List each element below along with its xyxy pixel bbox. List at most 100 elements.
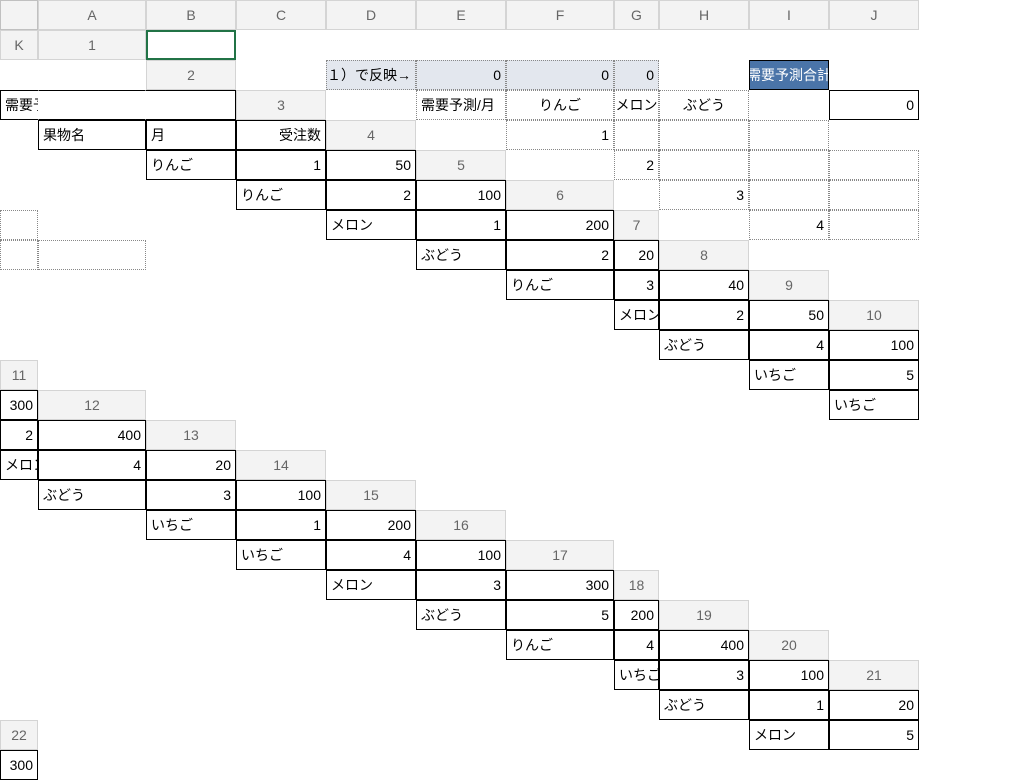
cell[interactable] [146, 540, 236, 570]
cell[interactable] [659, 390, 749, 420]
cell[interactable] [326, 270, 416, 300]
cell[interactable] [146, 390, 236, 420]
right-row-0-month[interactable]: 1 [236, 150, 326, 180]
cell[interactable] [749, 90, 829, 120]
cell[interactable] [146, 270, 236, 300]
cell[interactable] [38, 150, 146, 180]
right-row-15-month[interactable]: 4 [614, 630, 659, 660]
left-header-label[interactable]: 需要予測/月 [416, 90, 506, 120]
cell[interactable] [146, 300, 236, 330]
cell[interactable] [749, 390, 829, 420]
cell[interactable] [146, 660, 236, 690]
cell[interactable] [0, 690, 38, 720]
cell[interactable] [506, 150, 614, 180]
row-header-12[interactable]: 12 [38, 390, 146, 420]
cell[interactable] [829, 60, 919, 90]
cell[interactable] [38, 690, 146, 720]
cell[interactable] [0, 600, 38, 630]
right-title-pad2[interactable] [146, 90, 236, 120]
cell[interactable] [506, 480, 614, 510]
right-row-3-name[interactable]: ぶどう [416, 240, 506, 270]
cell[interactable] [0, 660, 38, 690]
col-header-K[interactable]: K [0, 30, 38, 60]
row-header-3[interactable]: 3 [236, 90, 326, 120]
cell[interactable] [416, 720, 506, 750]
cell[interactable] [829, 540, 919, 570]
cell[interactable] [506, 360, 614, 390]
left-rownum-3[interactable]: 4 [749, 210, 829, 240]
cell[interactable] [326, 630, 416, 660]
cell[interactable] [326, 240, 416, 270]
cell[interactable] [416, 660, 506, 690]
cell[interactable] [146, 690, 236, 720]
cell[interactable] [326, 390, 416, 420]
right-row-12-name[interactable]: いちご [236, 540, 326, 570]
cell[interactable] [416, 330, 506, 360]
right-row-1-name[interactable]: りんご [236, 180, 326, 210]
cell[interactable] [0, 300, 38, 330]
left-data-2-2[interactable] [0, 210, 38, 240]
cell[interactable] [506, 660, 614, 690]
cell[interactable] [614, 420, 659, 450]
total-value[interactable]: 0 [829, 90, 919, 120]
cell[interactable] [614, 390, 659, 420]
cell[interactable] [614, 510, 659, 540]
left-data-1-1[interactable] [749, 150, 829, 180]
cell[interactable] [236, 270, 326, 300]
cell[interactable] [506, 300, 614, 330]
right-row-2-qty[interactable]: 200 [506, 210, 614, 240]
right-row-14-month[interactable]: 5 [506, 600, 614, 630]
cell[interactable] [146, 600, 236, 630]
cell[interactable] [236, 600, 326, 630]
reflect-val-2[interactable]: 0 [614, 60, 659, 90]
cell[interactable] [416, 630, 506, 660]
cell[interactable] [659, 480, 749, 510]
left-data-0-1[interactable] [659, 120, 749, 150]
right-row-5-name[interactable]: メロン [614, 300, 659, 330]
right-row-17-month[interactable]: 1 [749, 690, 829, 720]
select-all-corner[interactable] [0, 0, 38, 30]
cell[interactable] [146, 210, 236, 240]
cell[interactable] [326, 450, 416, 480]
cell[interactable] [236, 420, 326, 450]
right-row-15-name[interactable]: りんご [506, 630, 614, 660]
row-header-4[interactable]: 4 [326, 120, 416, 150]
cell[interactable] [38, 270, 146, 300]
cell[interactable] [146, 240, 236, 270]
cell[interactable] [146, 360, 236, 390]
cell[interactable] [614, 360, 659, 390]
cell[interactable] [38, 510, 146, 540]
right-row-18-month[interactable]: 5 [829, 720, 919, 750]
right-row-9-month[interactable]: 4 [38, 450, 146, 480]
cell[interactable] [0, 570, 38, 600]
right-row-8-qty[interactable]: 400 [38, 420, 146, 450]
cell[interactable] [236, 30, 326, 60]
right-row-14-qty[interactable]: 200 [614, 600, 659, 630]
cell[interactable] [416, 450, 506, 480]
row-header-17[interactable]: 17 [506, 540, 614, 570]
cell[interactable] [659, 420, 749, 450]
col-header-F[interactable]: F [506, 0, 614, 30]
right-row-6-month[interactable]: 4 [749, 330, 829, 360]
right-hdr-0[interactable]: 果物名 [38, 120, 146, 150]
left-rownum-1[interactable]: 2 [614, 150, 659, 180]
cell[interactable] [0, 180, 38, 210]
row-header-13[interactable]: 13 [146, 420, 236, 450]
cell[interactable] [0, 270, 38, 300]
cell[interactable] [38, 660, 146, 690]
right-row-13-month[interactable]: 3 [416, 570, 506, 600]
col-header-G[interactable]: G [614, 0, 659, 30]
row-header-21[interactable]: 21 [829, 660, 919, 690]
right-row-17-qty[interactable]: 20 [829, 690, 919, 720]
row-header-6[interactable]: 6 [506, 180, 614, 210]
cell[interactable] [146, 570, 236, 600]
right-row-0-qty[interactable]: 50 [326, 150, 416, 180]
cell[interactable] [506, 690, 614, 720]
left-data-3-0[interactable] [829, 210, 919, 240]
left-col-2[interactable]: ぶどう [659, 90, 749, 120]
right-row-7-qty[interactable]: 300 [0, 390, 38, 420]
cell[interactable] [326, 660, 416, 690]
cell[interactable] [236, 300, 326, 330]
cell[interactable] [614, 690, 659, 720]
right-row-13-name[interactable]: メロン [326, 570, 416, 600]
